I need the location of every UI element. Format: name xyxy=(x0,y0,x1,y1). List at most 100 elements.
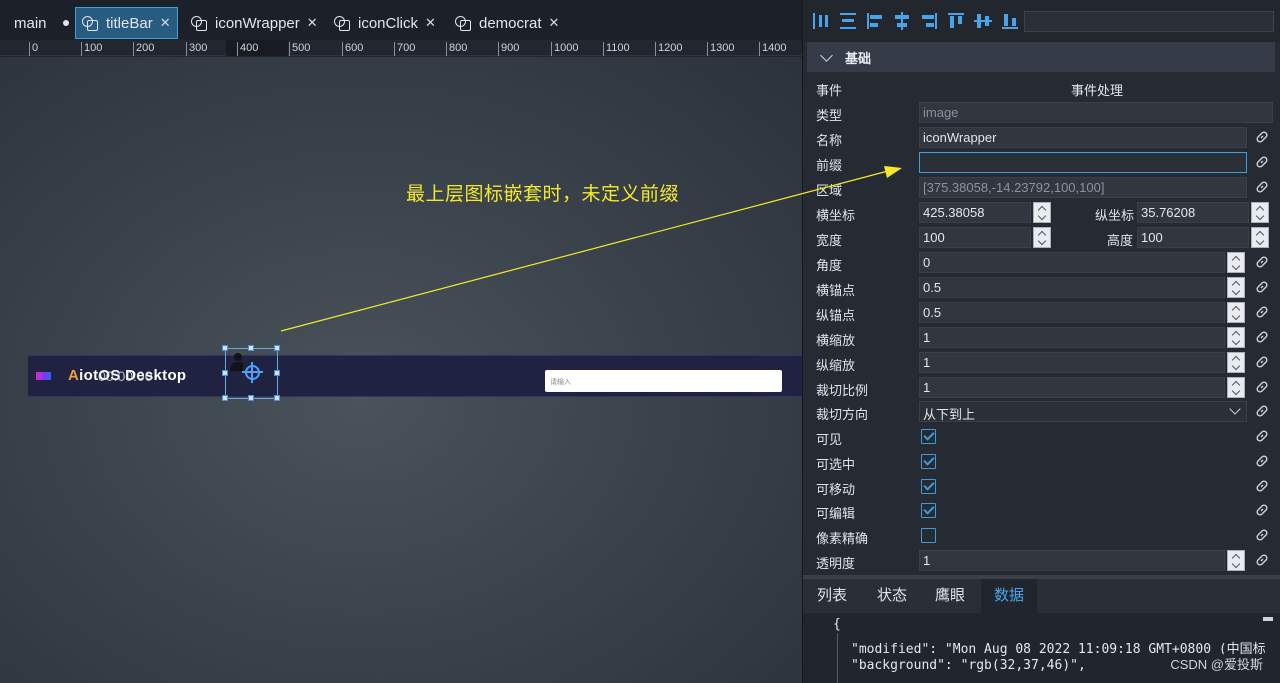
resize-handle[interactable] xyxy=(248,395,254,401)
prop-label: 角度 xyxy=(816,258,843,273)
link-icon[interactable] xyxy=(1255,305,1269,319)
scrollbar-thumb[interactable] xyxy=(1263,617,1273,621)
angle-stepper[interactable] xyxy=(1227,252,1245,273)
scale-x-stepper[interactable] xyxy=(1227,327,1245,348)
event-handler-button[interactable]: 事件处理 xyxy=(1071,80,1123,99)
height-stepper[interactable] xyxy=(1251,227,1269,248)
align-left-edges-icon[interactable] xyxy=(811,11,831,31)
search-input[interactable]: 请输入 xyxy=(545,370,782,392)
visible-checkbox[interactable] xyxy=(921,429,936,444)
width-stepper[interactable] xyxy=(1033,227,1051,248)
prefix-field[interactable] xyxy=(919,152,1247,173)
resize-handle[interactable] xyxy=(248,345,254,351)
x-stepper[interactable] xyxy=(1033,202,1051,223)
resize-handle[interactable] xyxy=(274,395,280,401)
prop-row-prefix: 前缀 xyxy=(803,150,1280,175)
prop-row-position: 横坐标 425.38058 纵坐标 35.76208 xyxy=(803,200,1280,225)
link-icon[interactable] xyxy=(1255,130,1269,144)
tab-titlebar[interactable]: titleBar ✕ xyxy=(75,7,178,39)
align-left-icon[interactable] xyxy=(865,11,885,31)
resize-handle[interactable] xyxy=(222,345,228,351)
tab-status[interactable]: 状态 xyxy=(877,579,907,613)
opacity-field[interactable]: 1 xyxy=(919,550,1225,571)
angle-field[interactable]: 0 xyxy=(919,252,1225,273)
clip-ratio-stepper[interactable] xyxy=(1227,377,1245,398)
section-basic-header[interactable]: 基础 xyxy=(807,42,1275,72)
link-icon[interactable] xyxy=(1255,404,1269,418)
align-bottom-icon[interactable] xyxy=(1000,11,1020,31)
ruler-tick: 100 xyxy=(81,42,102,56)
close-icon[interactable]: ✕ xyxy=(307,15,318,31)
resize-handle[interactable] xyxy=(222,395,228,401)
prop-label: 高度 xyxy=(1107,233,1134,248)
close-icon[interactable]: ✕ xyxy=(549,15,560,31)
design-canvas[interactable]: AiotOS Desktop 00:00:00 请输入 最上层图标嵌套时，未定义… xyxy=(0,57,802,683)
distribute-vertical-icon[interactable] xyxy=(838,11,858,31)
link-icon[interactable] xyxy=(1255,330,1269,344)
y-stepper[interactable] xyxy=(1251,202,1269,223)
anchor-x-field[interactable]: 0.5 xyxy=(919,277,1225,298)
scale-y-field[interactable]: 1 xyxy=(919,352,1225,373)
y-field[interactable]: 35.76208 xyxy=(1137,202,1249,223)
height-field[interactable]: 100 xyxy=(1137,227,1249,248)
prop-label: 横坐标 xyxy=(816,208,856,223)
anchor-x-stepper[interactable] xyxy=(1227,277,1245,298)
link-icon[interactable] xyxy=(1255,155,1269,169)
ruler-tick: 600 xyxy=(342,42,363,56)
x-field[interactable]: 425.38058 xyxy=(919,202,1031,223)
align-top-icon[interactable] xyxy=(946,11,966,31)
link-icon[interactable] xyxy=(1255,355,1269,369)
align-center-icon[interactable] xyxy=(892,11,912,31)
tab-data[interactable]: 数据 xyxy=(981,579,1038,613)
tab-overview[interactable]: 鹰眼 xyxy=(935,579,965,613)
prop-label: 裁切方向 xyxy=(816,407,869,422)
link-icon[interactable] xyxy=(1255,280,1269,294)
prop-label: 纵锚点 xyxy=(816,308,856,323)
prop-label: 纵坐标 xyxy=(1095,208,1135,223)
ruler-tick: 1400 xyxy=(759,42,786,56)
scale-y-stepper[interactable] xyxy=(1227,352,1245,373)
close-icon[interactable]: ✕ xyxy=(425,15,436,31)
tab-main[interactable]: main xyxy=(10,7,73,39)
clip-ratio-field[interactable]: 1 xyxy=(919,377,1225,398)
anchor-y-field[interactable]: 0.5 xyxy=(919,302,1225,323)
tab-list[interactable]: 列表 xyxy=(817,579,847,613)
selection-box[interactable] xyxy=(222,345,280,401)
anchor-y-stepper[interactable] xyxy=(1227,302,1245,323)
link-icon[interactable] xyxy=(1255,503,1269,517)
prop-label: 纵缩放 xyxy=(816,358,856,373)
resize-handle[interactable] xyxy=(274,345,280,351)
opacity-stepper[interactable] xyxy=(1227,550,1245,571)
width-field[interactable]: 100 xyxy=(919,227,1031,248)
editable-checkbox[interactable] xyxy=(921,503,936,518)
link-icon[interactable] xyxy=(1255,454,1269,468)
link-icon[interactable] xyxy=(1255,429,1269,443)
clip-direction-select[interactable]: 从下到上 xyxy=(919,401,1247,422)
prop-row-type: 类型 image xyxy=(803,100,1280,125)
link-icon[interactable] xyxy=(1255,479,1269,493)
tab-iconwrapper[interactable]: iconWrapper ✕ xyxy=(191,7,318,39)
data-json-viewer[interactable]: { "modified": "Mon Aug 08 2022 11:09:18 … xyxy=(803,613,1280,683)
link-icon[interactable] xyxy=(1255,255,1269,269)
resize-handle[interactable] xyxy=(274,370,280,376)
ruler-tick: 500 xyxy=(289,42,310,56)
link-icon[interactable] xyxy=(1255,380,1269,394)
close-icon[interactable]: ✕ xyxy=(160,15,171,31)
movable-checkbox[interactable] xyxy=(921,479,936,494)
toolbar-input[interactable] xyxy=(1024,11,1274,32)
resize-handle[interactable] xyxy=(222,370,228,376)
link-icon[interactable] xyxy=(1255,553,1269,567)
tab-democrat[interactable]: democrat ✕ xyxy=(455,7,559,39)
align-middle-icon[interactable] xyxy=(973,11,993,31)
link-icon[interactable] xyxy=(1255,180,1269,194)
align-right-icon[interactable] xyxy=(919,11,939,31)
component-icon xyxy=(191,16,207,31)
pixel-checkbox[interactable] xyxy=(921,528,936,543)
link-icon[interactable] xyxy=(1255,528,1269,542)
ruler-tick: 700 xyxy=(394,42,415,56)
titlebar-component[interactable]: AiotOS Desktop 00:00:00 请输入 xyxy=(28,355,802,397)
scale-x-field[interactable]: 1 xyxy=(919,327,1225,348)
name-field[interactable]: iconWrapper xyxy=(919,127,1247,148)
selectable-checkbox[interactable] xyxy=(921,454,936,469)
tab-iconclick[interactable]: iconClick ✕ xyxy=(334,7,436,39)
